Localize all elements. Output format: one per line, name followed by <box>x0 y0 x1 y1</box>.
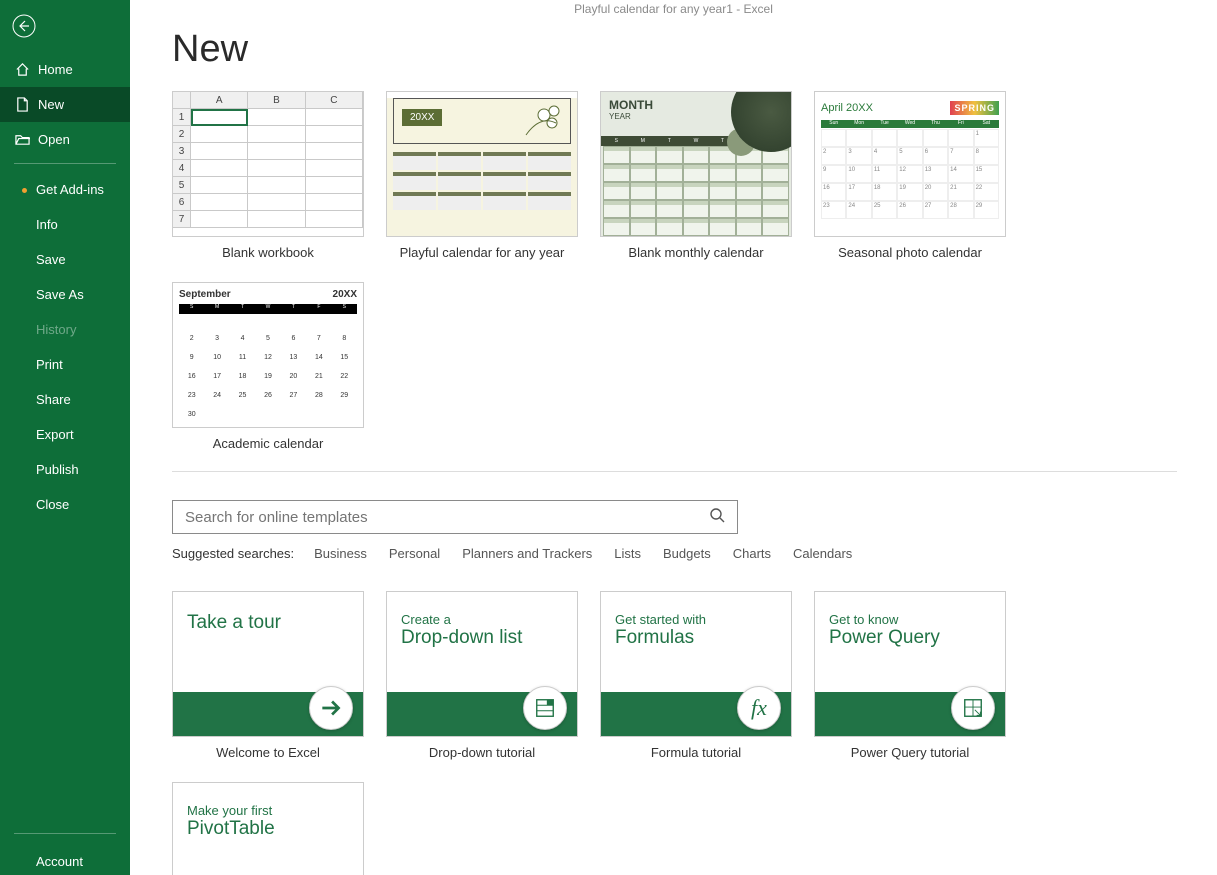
sidebar-bottom: Account <box>14 833 116 875</box>
template-thumbnail: Get started withFormulasfx <box>600 591 792 737</box>
template-label: Drop-down tutorial <box>386 745 578 760</box>
search-input[interactable] <box>185 509 709 526</box>
backstage-sidebar: Home New Open Get Add-insInfoSaveSave AsHi… <box>0 0 130 875</box>
template-thumbnail: Take a tour <box>172 591 364 737</box>
sidebar-item-print[interactable]: Print <box>0 347 130 382</box>
suggested-link-charts[interactable]: Charts <box>733 546 771 561</box>
suggested-link-lists[interactable]: Lists <box>614 546 641 561</box>
template-label: Blank workbook <box>172 245 364 260</box>
template-card-formula-tutorial[interactable]: Get started withFormulasfx Formula tutori… <box>600 591 792 760</box>
template-card-seasonal-photo-calendar[interactable]: April 20XXSPRINGSunMonTueWedThuFriSat123… <box>814 91 1006 260</box>
template-label: Power Query tutorial <box>814 745 1006 760</box>
sidebar-item-publish[interactable]: Publish <box>0 452 130 487</box>
sidebar-item-save[interactable]: Save <box>0 242 130 277</box>
template-label: Blank monthly calendar <box>600 245 792 260</box>
sidebar-item-info[interactable]: Info <box>0 207 130 242</box>
sidebar-label: Home <box>38 62 73 77</box>
template-label: Playful calendar for any year <box>386 245 578 260</box>
template-card-playful-calendar-for-any-year[interactable]: 20XX Playful calendar for any year <box>386 91 578 260</box>
list-icon <box>523 686 567 730</box>
template-card-power-query-tutorial[interactable]: Get to knowPower Query Power Query tutori… <box>814 591 1006 760</box>
template-card-academic-calendar[interactable]: September20XXSMTWTFS23456789101112131415… <box>172 282 364 451</box>
template-label: Formula tutorial <box>600 745 792 760</box>
sidebar-item-share[interactable]: Share <box>0 382 130 417</box>
template-card-blank-monthly-calendar[interactable]: MONTHYEARSMTWTFS Blank monthly calendar <box>600 91 792 260</box>
fx-icon: fx <box>737 686 781 730</box>
sidebar-item-history: History <box>0 312 130 347</box>
row-divider <box>172 471 1177 472</box>
suggested-link-business[interactable]: Business <box>314 546 367 561</box>
page-title: New <box>172 28 1217 71</box>
open-icon <box>14 132 30 147</box>
sidebar-divider <box>14 163 116 164</box>
suggested-link-budgets[interactable]: Budgets <box>663 546 711 561</box>
sidebar-item-home[interactable]: Home <box>0 52 130 87</box>
template-thumbnail: September20XXSMTWTFS23456789101112131415… <box>172 282 364 428</box>
template-label: Seasonal photo calendar <box>814 245 1006 260</box>
sidebar-label: Open <box>38 132 70 147</box>
template-card-blank-workbook[interactable]: ABC1234567 Blank workbook <box>172 91 364 260</box>
sidebar-item-save-as[interactable]: Save As <box>0 277 130 312</box>
template-thumbnail: Make your firstPivotTable <box>172 782 364 875</box>
sidebar-item-account[interactable]: Account <box>36 848 116 875</box>
sidebar-item-export[interactable]: Export <box>0 417 130 452</box>
tutorial-templates-row: Take a tour Welcome to Excel Create aDrop-… <box>172 591 1217 875</box>
template-thumbnail: Get to knowPower Query <box>814 591 1006 737</box>
template-card-pivottable-tutorial[interactable]: Make your firstPivotTablePivotTable tuto… <box>172 782 364 875</box>
template-label: Welcome to Excel <box>172 745 364 760</box>
sidebar-item-close[interactable]: Close <box>0 487 130 522</box>
back-button[interactable] <box>0 0 130 52</box>
arrow-icon <box>309 686 353 730</box>
search-icon[interactable] <box>709 507 725 528</box>
template-thumbnail: Create aDrop-down list <box>386 591 578 737</box>
suggested-link-planners-and-trackers[interactable]: Planners and Trackers <box>462 546 592 561</box>
featured-templates-row: ABC1234567 Blank workbook 20XX Playful cale… <box>172 91 1217 451</box>
sidebar-item-get-add-ins[interactable]: Get Add-ins <box>0 172 130 207</box>
template-thumbnail: April 20XXSPRINGSunMonTueWedThuFriSat123… <box>814 91 1006 237</box>
template-card-drop-down-tutorial[interactable]: Create aDrop-down list Drop-down tutorial <box>386 591 578 760</box>
sidebar-item-new[interactable]: New <box>0 87 130 122</box>
template-search[interactable] <box>172 500 738 534</box>
suggested-searches: Suggested searches: Business Personal Plan… <box>172 546 1217 561</box>
suggested-link-personal[interactable]: Personal <box>389 546 440 561</box>
table-icon <box>951 686 995 730</box>
template-card-welcome-to-excel[interactable]: Take a tour Welcome to Excel <box>172 591 364 760</box>
sidebar-label: New <box>38 97 64 112</box>
suggested-link-calendars[interactable]: Calendars <box>793 546 852 561</box>
suggested-label: Suggested searches: <box>172 546 294 561</box>
template-label: Academic calendar <box>172 436 364 451</box>
new-icon <box>14 97 30 112</box>
template-thumbnail: 20XX <box>386 91 578 237</box>
template-thumbnail: MONTHYEARSMTWTFS <box>600 91 792 237</box>
sidebar-item-open[interactable]: Open <box>0 122 130 157</box>
window-title: Playful calendar for any year1 - Excel <box>130 0 1217 16</box>
back-arrow-icon <box>12 14 36 38</box>
home-icon <box>14 62 30 77</box>
template-thumbnail: ABC1234567 <box>172 91 364 237</box>
main-panel: Playful calendar for any year1 - Excel N… <box>130 0 1217 875</box>
